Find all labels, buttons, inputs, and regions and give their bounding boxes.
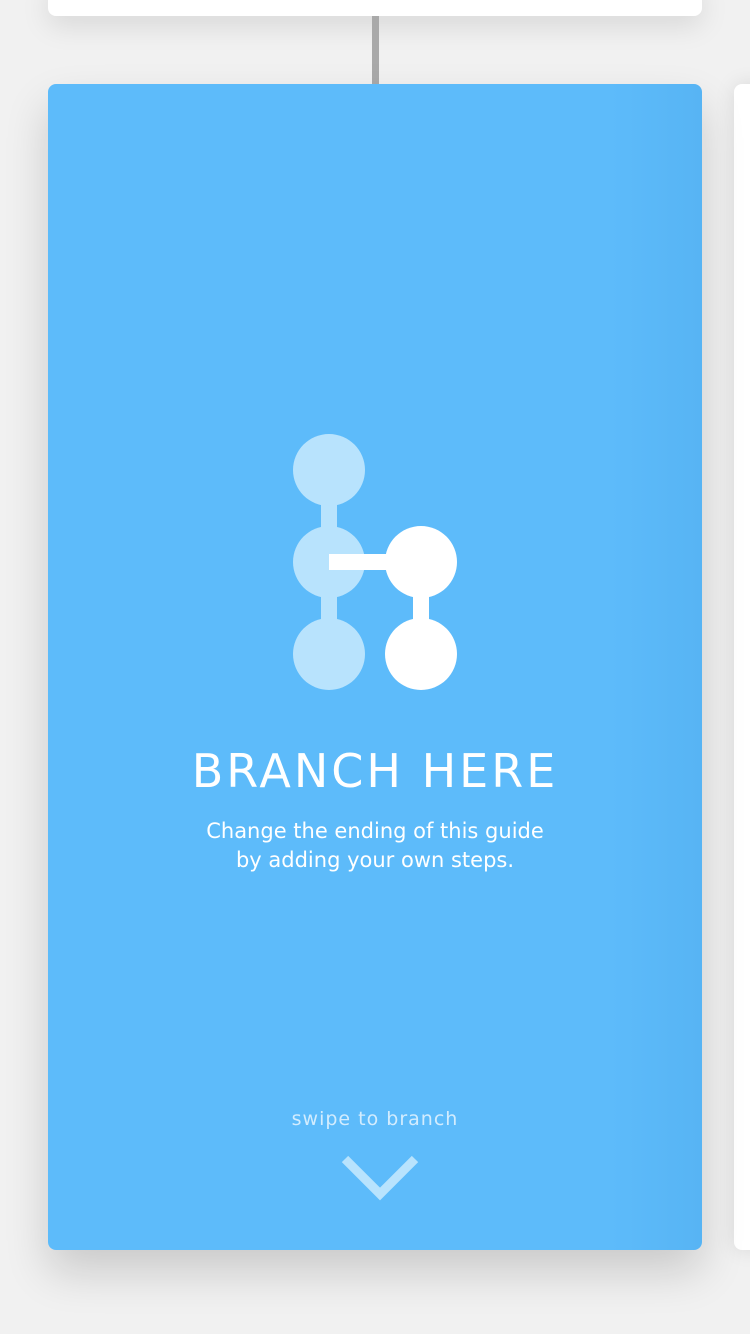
swipe-hint-label: swipe to branch bbox=[291, 1108, 459, 1130]
next-card-edge[interactable] bbox=[734, 84, 750, 1250]
branch-description: Change the ending of this guide by addin… bbox=[48, 817, 702, 875]
branch-title: BRANCH HERE bbox=[191, 744, 559, 798]
previous-step-card[interactable] bbox=[48, 0, 702, 16]
branch-description-line-1: Change the ending of this guide bbox=[206, 819, 544, 843]
chevron-down-icon[interactable] bbox=[340, 1152, 420, 1202]
step-connector-line bbox=[372, 16, 379, 84]
branch-card[interactable]: BRANCH HERE Change the ending of this gu… bbox=[48, 84, 702, 1250]
branch-description-line-2: by adding your own steps. bbox=[235, 848, 515, 872]
branch-icon bbox=[293, 434, 457, 690]
screen: BRANCH HERE Change the ending of this gu… bbox=[0, 0, 750, 1334]
